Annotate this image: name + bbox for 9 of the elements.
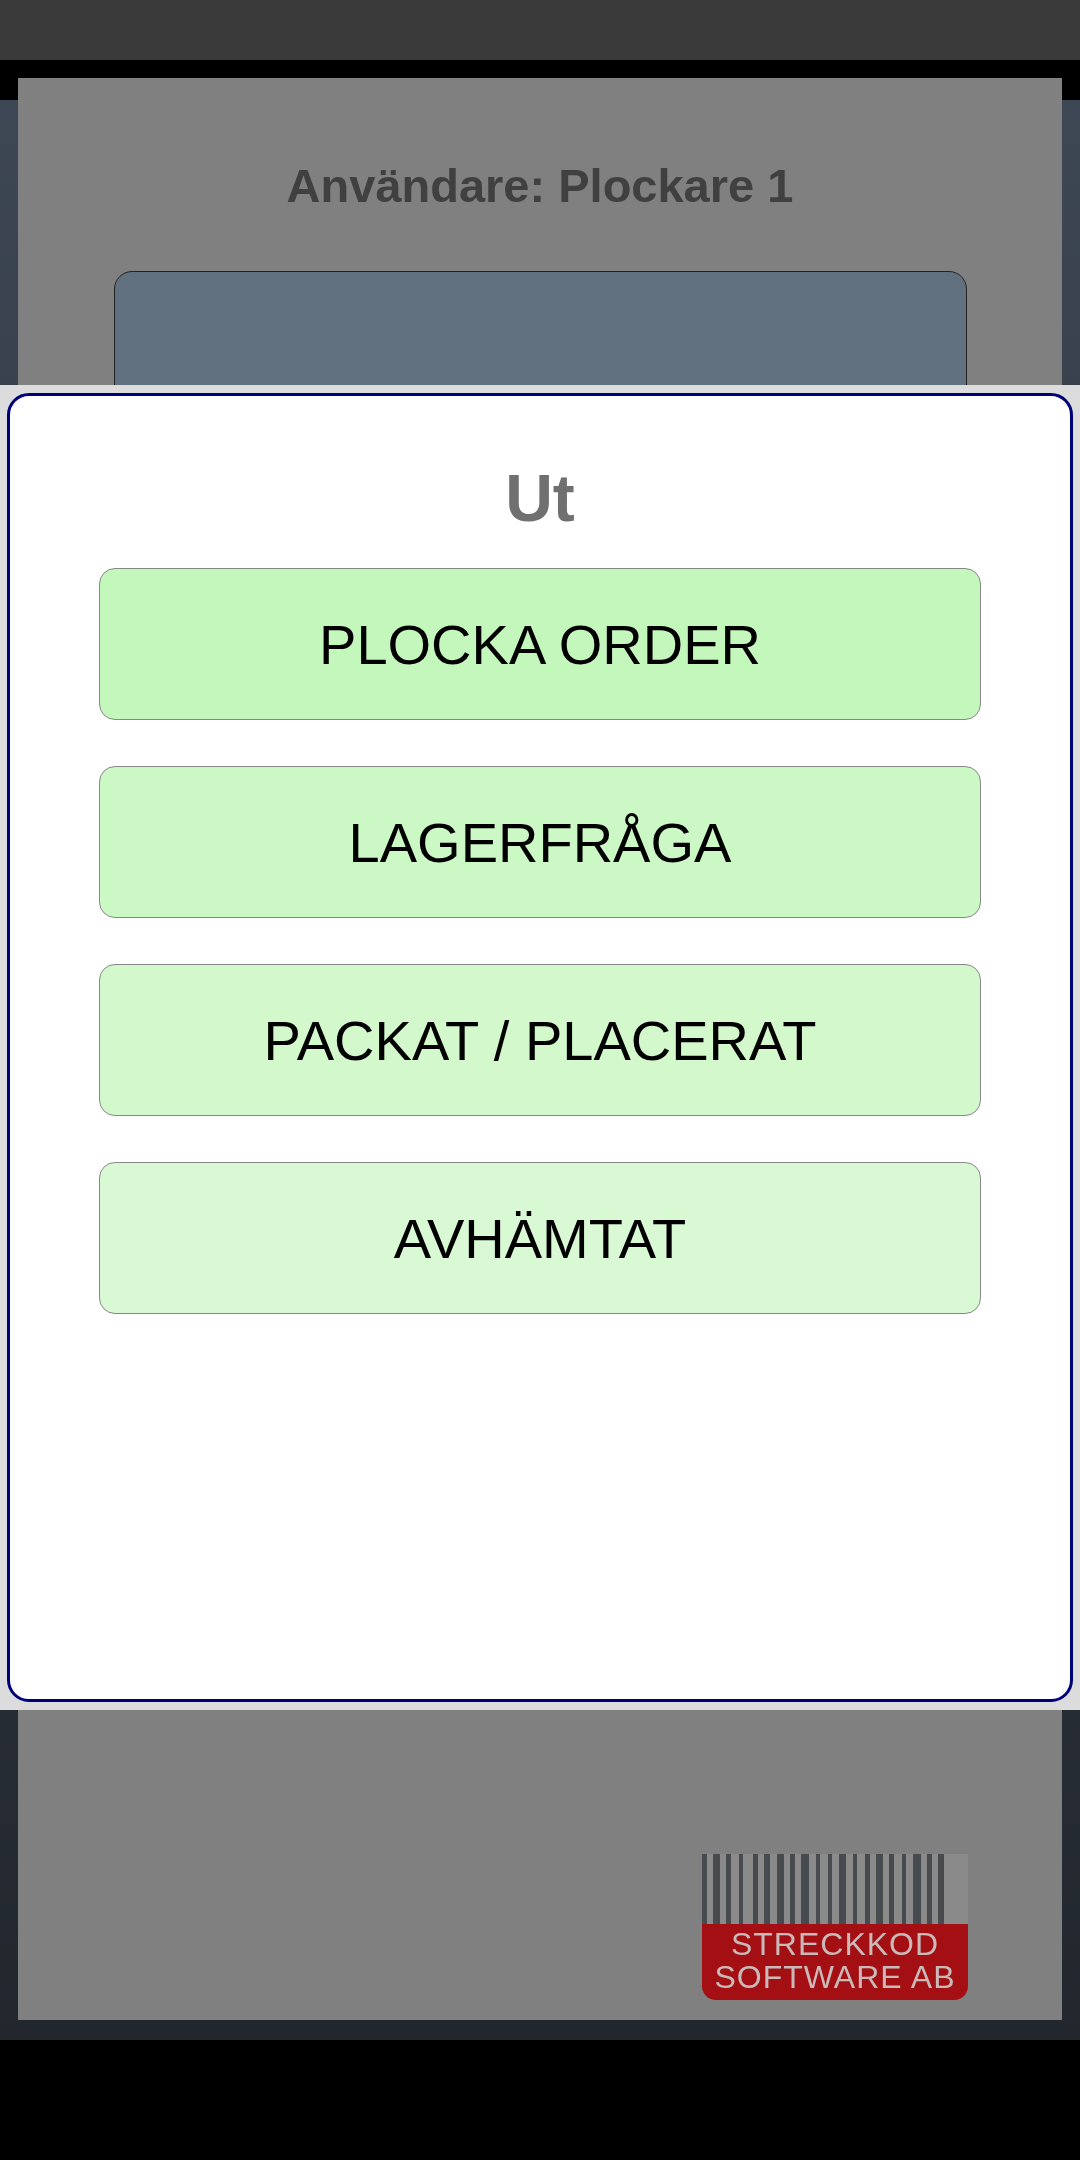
barcode-icon <box>702 1854 968 1924</box>
logo-text: STRECKKOD <box>730 1928 940 1961</box>
dialog-title: Ut <box>505 460 575 537</box>
menu-button[interactable]: LAGERFRÅGA <box>99 766 981 918</box>
menu-button[interactable]: AVHÄMTAT <box>99 1162 981 1314</box>
menu-button[interactable]: PLOCKA ORDER <box>99 568 981 720</box>
logo-text: SOFTWARE AB <box>714 1961 956 1994</box>
page-title: Användare: Plockare 1 <box>286 158 794 213</box>
menu-button[interactable]: PACKAT / PLACERAT <box>99 964 981 1116</box>
